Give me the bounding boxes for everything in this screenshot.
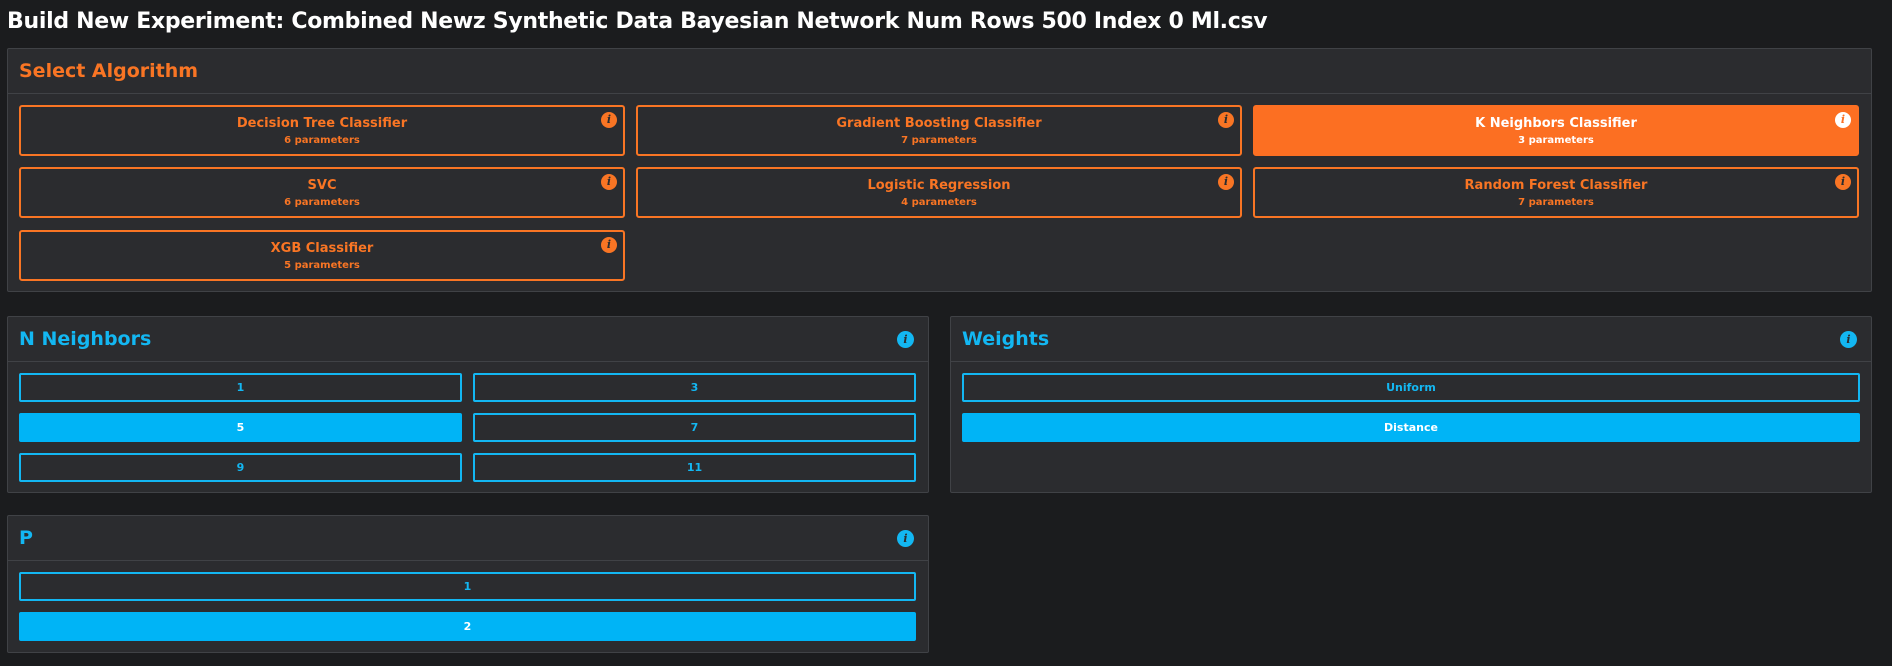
info-icon[interactable]: i bbox=[897, 330, 914, 348]
select-algorithm-panel: Select Algorithm Decision Tree Classifie… bbox=[7, 48, 1872, 292]
algorithm-card-decision-tree[interactable]: Decision Tree Classifier 6 parameters i bbox=[19, 105, 625, 156]
n-neighbors-option-5[interactable]: 5 bbox=[19, 413, 462, 442]
info-icon[interactable]: i bbox=[1840, 330, 1857, 348]
weights-option-uniform[interactable]: Uniform bbox=[962, 373, 1860, 402]
p-option-1[interactable]: 1 bbox=[19, 572, 916, 601]
info-icon[interactable]: i bbox=[601, 174, 617, 190]
algorithm-name: Logistic Regression bbox=[867, 177, 1011, 193]
algorithm-name: XGB Classifier bbox=[270, 240, 374, 256]
algorithm-card-logistic-regression[interactable]: Logistic Regression 4 parameters i bbox=[636, 167, 1242, 218]
n-neighbors-panel: N Neighbors i 1 3 5 7 9 11 bbox=[7, 316, 929, 493]
algorithm-param-count: 7 parameters bbox=[901, 134, 977, 146]
n-neighbors-option-1[interactable]: 1 bbox=[19, 373, 462, 402]
n-neighbors-option-9[interactable]: 9 bbox=[19, 453, 462, 482]
page-title: Build New Experiment: Combined Newz Synt… bbox=[7, 9, 1268, 34]
info-icon[interactable]: i bbox=[1835, 174, 1851, 190]
algorithm-param-count: 6 parameters bbox=[284, 134, 360, 146]
algorithm-name: Gradient Boosting Classifier bbox=[836, 115, 1042, 131]
algorithm-name: Decision Tree Classifier bbox=[236, 115, 408, 131]
algorithm-card-gradient-boosting[interactable]: Gradient Boosting Classifier 7 parameter… bbox=[636, 105, 1242, 156]
info-icon[interactable]: i bbox=[1218, 112, 1234, 128]
weights-panel: Weights i Uniform Distance bbox=[950, 316, 1872, 493]
weights-header: Weights i bbox=[951, 317, 1871, 362]
algorithm-name: Random Forest Classifier bbox=[1464, 177, 1648, 193]
algorithm-name: K Neighbors Classifier bbox=[1475, 115, 1637, 131]
p-panel: P i 1 2 bbox=[7, 515, 929, 653]
select-algorithm-header: Select Algorithm bbox=[8, 49, 1871, 94]
info-icon[interactable]: i bbox=[897, 529, 914, 547]
algorithm-param-count: 3 parameters bbox=[1518, 134, 1594, 146]
algorithm-param-count: 6 parameters bbox=[284, 196, 360, 208]
algorithm-card-svc[interactable]: SVC 6 parameters i bbox=[19, 167, 625, 218]
algorithm-param-count: 4 parameters bbox=[901, 196, 977, 208]
info-icon[interactable]: i bbox=[1835, 112, 1851, 128]
info-icon[interactable]: i bbox=[1218, 174, 1234, 190]
p-option-2[interactable]: 2 bbox=[19, 612, 916, 641]
algorithm-card-k-neighbors[interactable]: K Neighbors Classifier 3 parameters i bbox=[1253, 105, 1859, 156]
algorithm-param-count: 7 parameters bbox=[1518, 196, 1594, 208]
n-neighbors-option-11[interactable]: 11 bbox=[473, 453, 916, 482]
algorithm-card-random-forest[interactable]: Random Forest Classifier 7 parameters i bbox=[1253, 167, 1859, 218]
select-algorithm-title: Select Algorithm bbox=[19, 60, 199, 82]
n-neighbors-option-7[interactable]: 7 bbox=[473, 413, 916, 442]
p-header: P i bbox=[8, 516, 928, 561]
algorithm-param-count: 5 parameters bbox=[284, 259, 360, 271]
n-neighbors-header: N Neighbors i bbox=[8, 317, 928, 362]
info-icon[interactable]: i bbox=[601, 237, 617, 253]
algorithm-name: SVC bbox=[307, 177, 337, 193]
weights-option-distance[interactable]: Distance bbox=[962, 413, 1860, 442]
algorithm-card-xgb[interactable]: XGB Classifier 5 parameters i bbox=[19, 230, 625, 281]
n-neighbors-option-3[interactable]: 3 bbox=[473, 373, 916, 402]
info-icon[interactable]: i bbox=[601, 112, 617, 128]
n-neighbors-title: N Neighbors bbox=[19, 328, 152, 350]
p-title: P bbox=[19, 527, 33, 549]
weights-title: Weights bbox=[962, 328, 1050, 350]
